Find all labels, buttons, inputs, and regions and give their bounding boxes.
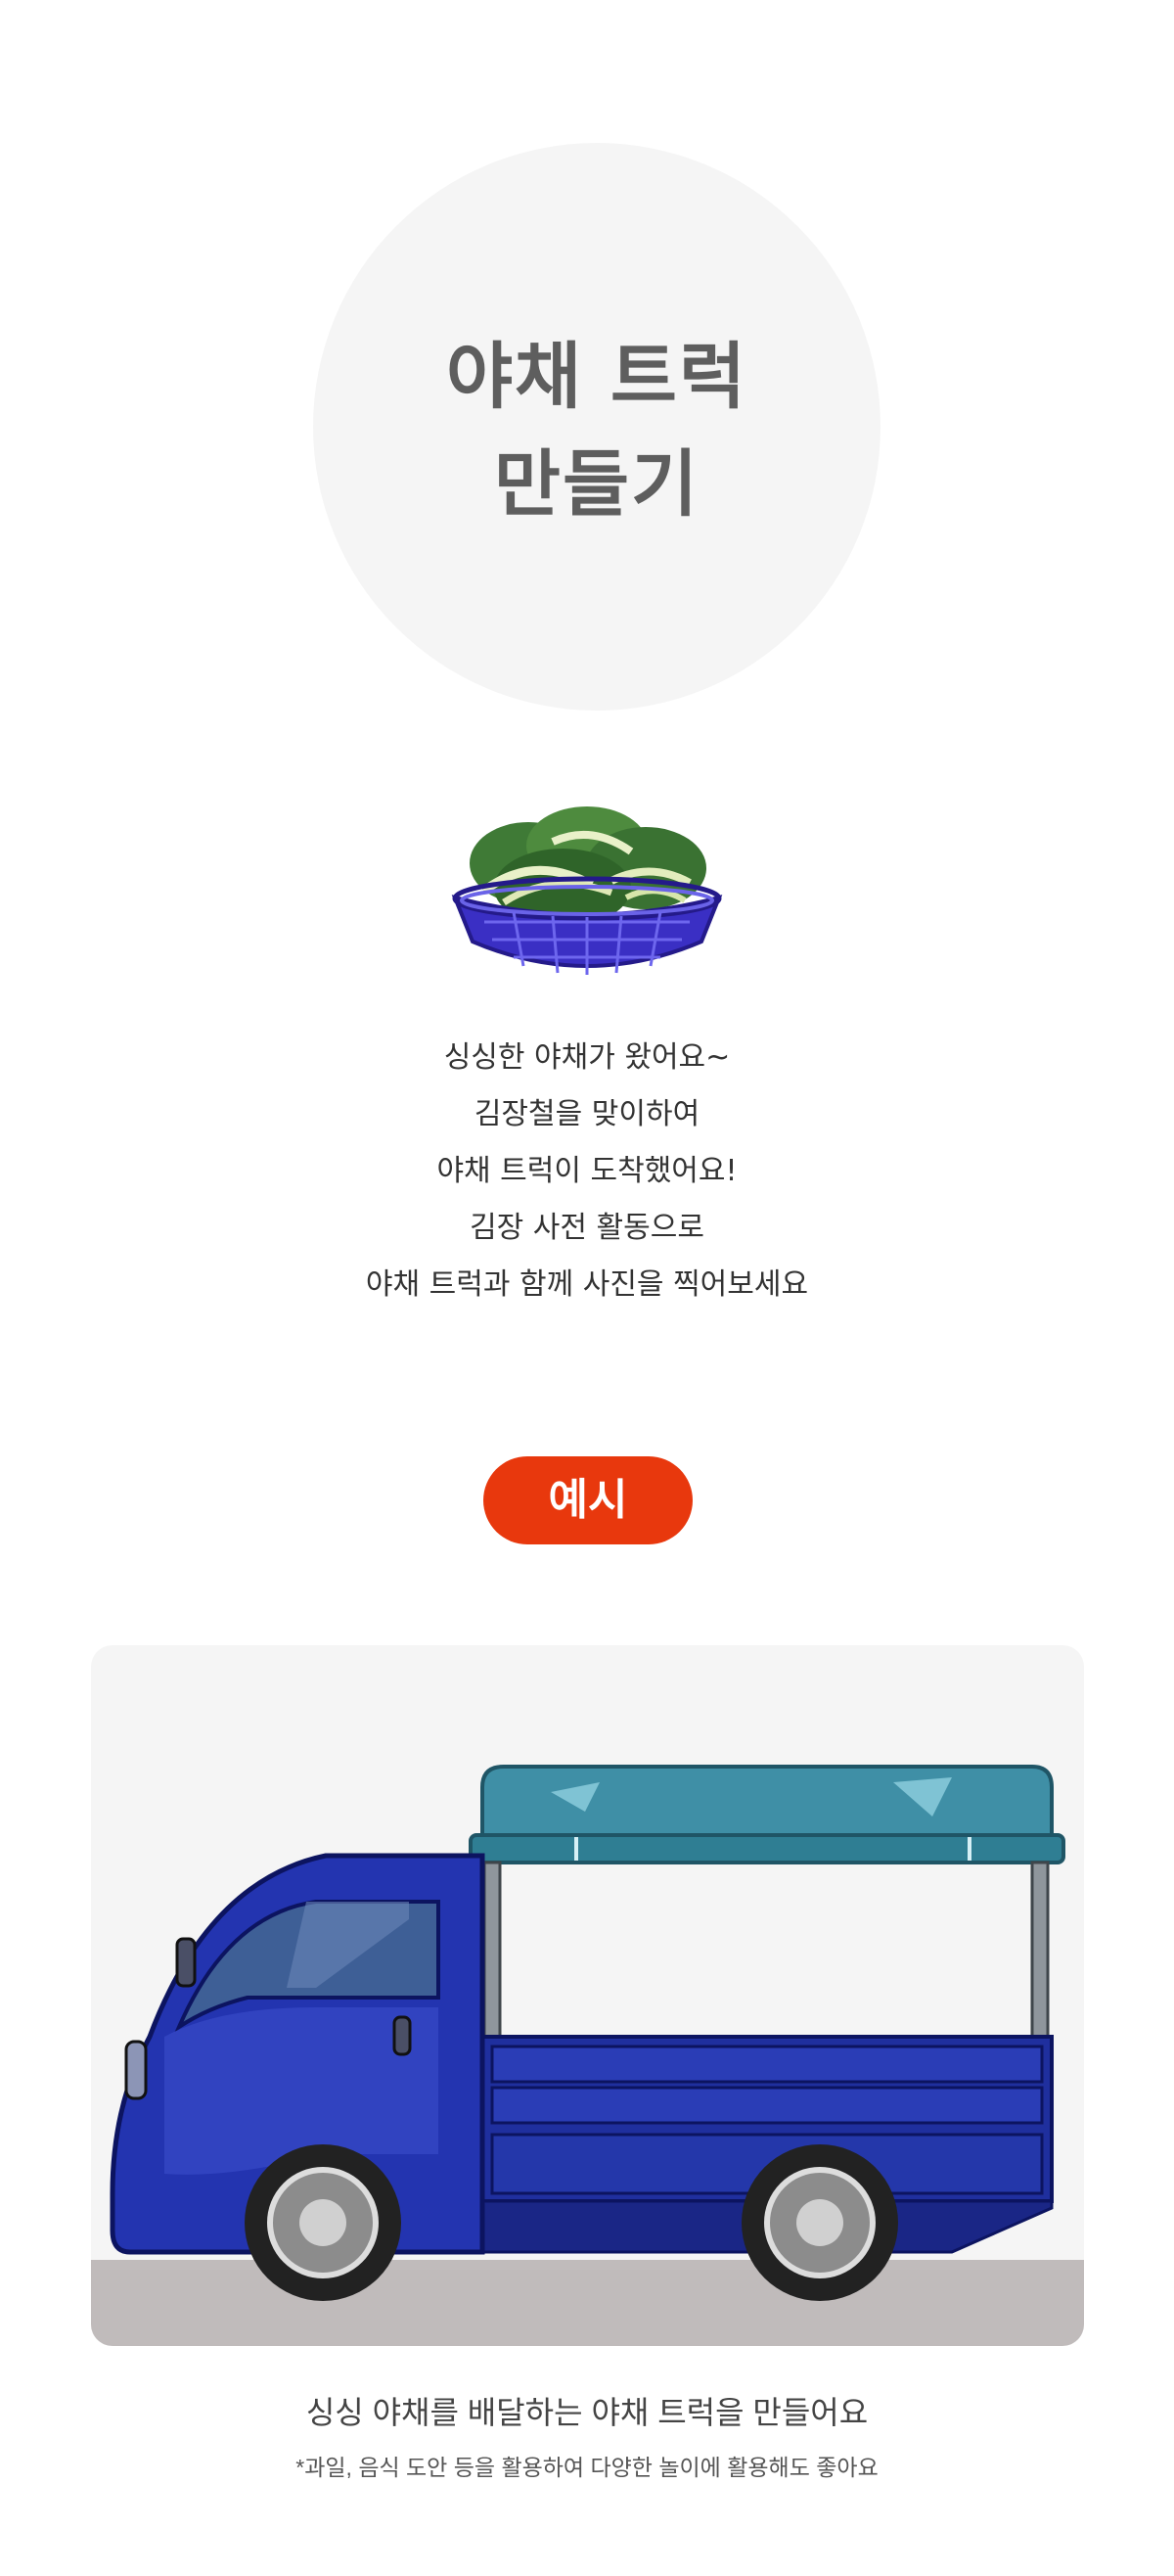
description-line: 싱싱한 야채가 왔어요~ — [443, 1040, 731, 1075]
description-line: 김장 사전 활동으로 — [470, 1211, 704, 1245]
canopy-pole — [1030, 1861, 1050, 2039]
page-title: 야채 트럭 만들기 — [313, 323, 880, 538]
page-title-line-2: 만들기 — [493, 442, 700, 527]
description-line: 김장철을 맞이하여 — [474, 1097, 700, 1131]
description-line: 야채 트럭과 함께 사진을 찍어보세요 — [365, 1267, 809, 1302]
truck-illustration — [110, 1765, 1065, 2301]
front-wheel — [245, 2144, 401, 2301]
cabbage-basket-icon — [451, 806, 723, 975]
example-caption: 싱싱 야채를 배달하는 야채 트럭을 만들어요 — [305, 2395, 869, 2430]
rear-wheel — [742, 2144, 898, 2301]
example-image-card — [91, 1645, 1084, 2346]
canopy-pole — [482, 1861, 502, 2039]
truck-canopy — [469, 1765, 1065, 1864]
example-badge: 예시 — [483, 1456, 693, 1544]
example-note: *과일, 음식 도안 등을 활용하여 다양한 놀이에 활용해도 좋아요 — [295, 2455, 879, 2480]
description-text: 싱싱한 야채가 왔어요~ 김장철을 맞이하여 야채 트럭이 도착했어요! 김장 … — [0, 1030, 1174, 1313]
description-line: 야채 트럭이 도착했어요! — [436, 1154, 738, 1188]
page-title-line-1: 야채 트럭 — [445, 335, 748, 419]
